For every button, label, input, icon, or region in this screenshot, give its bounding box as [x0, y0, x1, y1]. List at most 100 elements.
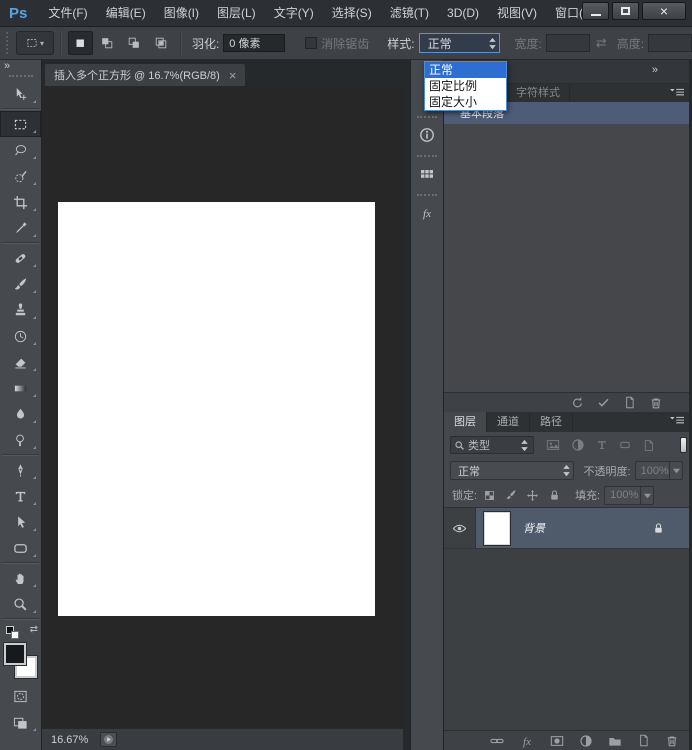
antialias-checkbox[interactable] [305, 37, 317, 49]
menu-item-3[interactable]: 图像(I) [155, 0, 208, 26]
pen-tool[interactable] [0, 457, 41, 483]
rectangular-marquee-tool[interactable] [0, 111, 41, 137]
filter-pixel-layers-button[interactable] [546, 438, 560, 452]
swap-width-height-icon[interactable]: ⇄ [596, 35, 607, 51]
layer-filter-toggle[interactable] [680, 437, 687, 453]
tool-preset-button[interactable]: ▾ [16, 31, 54, 55]
lock-all-button[interactable] [548, 489, 561, 502]
dropdown-option-2[interactable]: 固定比例 [425, 78, 506, 94]
layer-item[interactable]: 背景 [476, 508, 689, 548]
layer-row[interactable]: 背景 [444, 508, 689, 549]
quick-mask-button[interactable] [0, 683, 41, 709]
styles-panel-button[interactable]: fx [411, 199, 443, 226]
spot-healing-brush-tool[interactable] [0, 245, 41, 271]
blur-tool[interactable] [0, 401, 41, 427]
subtract-from-selection-button[interactable] [122, 31, 147, 55]
filter-smart-objects-button[interactable] [642, 439, 655, 452]
blend-mode-select[interactable]: 正常 [450, 461, 574, 480]
add-layer-mask-button[interactable] [550, 734, 564, 748]
panel-menu-icon[interactable] [670, 416, 684, 425]
commit-changes-button[interactable] [597, 396, 610, 409]
link-layers-button[interactable] [490, 734, 504, 748]
rounded-rectangle-tool[interactable] [0, 535, 41, 561]
crop-tool[interactable] [0, 189, 41, 215]
move-tool[interactable] [0, 81, 41, 107]
layer-thumbnail[interactable] [484, 512, 510, 545]
new-layer-button[interactable] [637, 734, 650, 747]
foreground-color-swatch[interactable] [4, 643, 26, 665]
width-input[interactable] [546, 34, 590, 52]
filter-type-select[interactable]: 类型 [450, 436, 534, 454]
lock-transparent-pixels-button[interactable] [483, 489, 496, 502]
feather-input[interactable] [223, 34, 285, 52]
menu-item-9[interactable]: 视图(V) [488, 0, 546, 26]
dropdown-option-3[interactable]: 固定大小 [425, 94, 506, 110]
new-style-button[interactable] [623, 396, 636, 409]
layer-style-button[interactable]: fx [519, 733, 535, 749]
gradient-tool[interactable] [0, 375, 41, 401]
clear-override-button[interactable] [571, 396, 584, 409]
menu-item-5[interactable]: 文字(Y) [265, 0, 323, 26]
lock-image-pixels-button[interactable] [505, 489, 517, 501]
maximize-button[interactable] [612, 2, 639, 20]
close-button[interactable]: × [642, 2, 686, 20]
zoom-level-field[interactable]: 16.67% [42, 734, 88, 746]
hand-tool[interactable] [0, 565, 41, 591]
history-brush-tool[interactable] [0, 323, 41, 349]
eyedropper-tool[interactable] [0, 215, 41, 241]
dodge-tool[interactable] [0, 427, 41, 453]
canvas-area[interactable] [42, 86, 403, 728]
menu-item-8[interactable]: 3D(D) [438, 0, 488, 26]
delete-layer-button[interactable] [665, 734, 679, 748]
tab-layers[interactable]: 图层 [444, 412, 487, 432]
minimize-button[interactable] [582, 2, 609, 20]
collapse-panels-button[interactable]: » [652, 64, 659, 76]
intersect-selection-button[interactable] [149, 31, 174, 55]
quick-selection-tool[interactable] [0, 163, 41, 189]
swatches-panel-button[interactable] [411, 160, 443, 187]
new-page-icon [637, 734, 650, 747]
layers-list[interactable]: 背景 [444, 507, 689, 730]
dropdown-option-1[interactable]: 正常 [425, 62, 506, 78]
collapse-tools-button[interactable]: » [0, 60, 41, 73]
add-to-selection-button[interactable] [95, 31, 120, 55]
delete-style-button[interactable] [649, 396, 663, 410]
tab-paths[interactable]: 路径 [530, 412, 573, 432]
menu-item-2[interactable]: 编辑(E) [97, 0, 155, 26]
brush-tool[interactable] [0, 271, 41, 297]
clone-stamp-tool[interactable] [0, 297, 41, 323]
info-panel-button[interactable] [411, 121, 443, 148]
filter-type-layers-button[interactable] [596, 439, 608, 451]
panel-menu-icon[interactable] [670, 88, 684, 97]
new-group-button[interactable] [608, 734, 622, 748]
lock-position-button[interactable] [526, 489, 539, 502]
new-selection-button[interactable] [68, 31, 93, 55]
zoom-tool[interactable] [0, 591, 41, 617]
menu-item-7[interactable]: 滤镜(T) [381, 0, 438, 26]
default-colors-bg-icon[interactable] [11, 631, 19, 639]
tab-channels[interactable]: 通道 [487, 412, 530, 432]
menu-item-1[interactable]: 文件(F) [39, 0, 96, 26]
filter-adjustment-layers-button[interactable] [571, 438, 585, 452]
close-document-icon[interactable]: × [229, 68, 237, 83]
screen-mode-button[interactable] [0, 709, 41, 735]
opacity-select[interactable]: 100% [635, 461, 683, 480]
height-input[interactable] [648, 34, 692, 52]
layer-visibility-toggle[interactable] [444, 508, 476, 548]
eraser-tool[interactable] [0, 349, 41, 375]
styles-list[interactable] [444, 124, 689, 392]
tab-character-styles[interactable]: 字符样式 [507, 84, 570, 102]
menu-item-6[interactable]: 选择(S) [323, 0, 381, 26]
style-select[interactable]: 正常 [419, 33, 501, 53]
document-tab[interactable]: 插入多个正方形 @ 16.7%(RGB/8) × [44, 63, 246, 86]
lasso-tool[interactable] [0, 137, 41, 163]
status-info-icon[interactable] [100, 732, 117, 747]
menu-item-4[interactable]: 图层(L) [208, 0, 265, 26]
path-selection-tool[interactable] [0, 509, 41, 535]
document-page[interactable] [58, 202, 375, 616]
horizontal-type-tool[interactable] [0, 483, 41, 509]
swap-colors-icon[interactable]: ⇄ [30, 624, 38, 635]
new-adjustment-layer-button[interactable] [579, 734, 593, 748]
fill-select[interactable]: 100% [604, 486, 654, 505]
filter-shape-layers-button[interactable] [619, 439, 631, 451]
